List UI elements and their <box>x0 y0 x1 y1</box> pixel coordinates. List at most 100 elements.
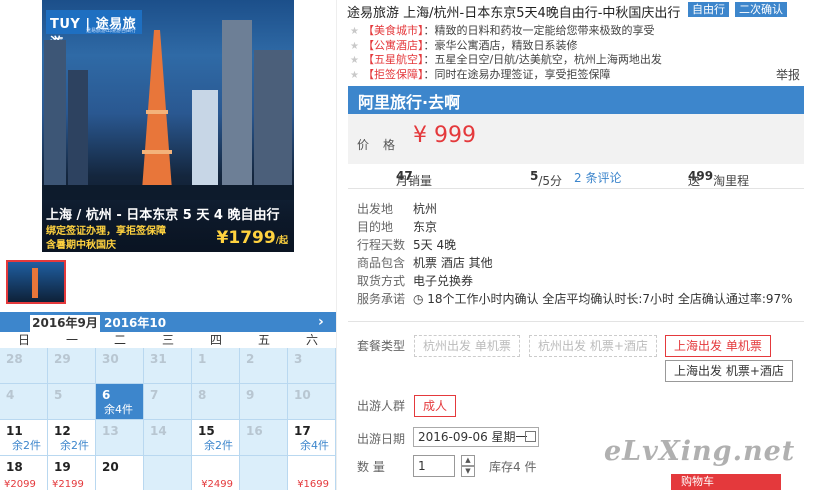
quantity-increase-icon[interactable]: ▲ <box>461 455 475 466</box>
day-number: 16 <box>246 424 263 438</box>
add-to-cart-button[interactable]: 购物车 <box>671 474 781 490</box>
calendar-day[interactable]: 19 ¥2199 <box>48 456 96 490</box>
day-stock: 余4件 <box>300 439 329 452</box>
weekday-label: 五 <box>257 333 270 347</box>
product-hero-image[interactable]: TUY | 途易旅游 途易旅游出境游自由行 上海 / 杭州 - 日本东京 5 天… <box>42 0 294 252</box>
day-number: 8 <box>198 388 207 402</box>
calendar-month-tab-sep[interactable]: 2016年9月 <box>30 315 100 332</box>
shop-name[interactable]: 阿里旅行·去啊 <box>358 89 460 113</box>
day-stock: 余2件 <box>60 439 89 452</box>
attr-row: 服务承诺 ◷ 18个工作小时内确认 全店平均确认时长:7小时 全店确认通过率:97… <box>357 290 793 308</box>
price-value: ¥ 999 <box>413 123 476 148</box>
calendar-grid: 28 29 30 31 1 2 3 4 5 6 余4件 7 8 9 10 11 余2件 12 余2件 13 14 15 余2… <box>0 348 336 490</box>
feature-text: ：同时在途易办理签证，享受拒签保障 <box>423 67 611 81</box>
day-number: 20 <box>102 460 119 474</box>
calendar-day: 2 <box>240 348 288 384</box>
attr-key: 行程天数 <box>357 238 406 252</box>
hero-price-suffix: /起 <box>275 236 288 246</box>
calendar-day: 8 <box>192 384 240 420</box>
day-number: 29 <box>54 352 71 366</box>
star-icon: ★ <box>350 69 359 81</box>
weekday-label: 日 <box>17 333 30 347</box>
day-number: 11 <box>6 424 23 438</box>
day-number: 2 <box>246 352 255 366</box>
day-number: 6 <box>102 388 111 402</box>
product-attributes: 出发地 杭州 目的地 东京 行程天数 5天 4晚 商品包含 机票 酒店 其他 取货方式电… <box>357 200 793 308</box>
attr-value: ◷ 18个工作小时内确认 全店平均确认时长:7小时 全店确认通过率:97% <box>413 292 793 306</box>
day-stock: 余2件 <box>204 439 233 452</box>
calendar-day: 1 <box>192 348 240 384</box>
calendar-day <box>240 456 288 490</box>
hero-promo-holiday: 含暑期中秋国庆 <box>46 240 116 251</box>
travel-date-label: 出游日期 <box>357 432 406 446</box>
attr-key: 目的地 <box>357 220 394 234</box>
attr-value: 东京 <box>413 220 438 234</box>
rating: 5 /5分 <box>530 169 562 188</box>
package-option-sh-flight-hotel[interactable]: 上海出发 机票+酒店 <box>665 360 793 382</box>
attr-key: 服务承诺 <box>357 292 406 306</box>
calendar-weekday-row: 日一二三四五六 <box>0 332 336 348</box>
day-stock: 余2件 <box>12 439 41 452</box>
rating-value: 5 <box>530 169 539 183</box>
calendar-day: 4 <box>0 384 48 420</box>
feature-item: ★ 【五星航空】：五星全日空/日航/达美航空，杭州上海两地出发 <box>350 51 662 66</box>
calendar-day: 3 <box>288 348 336 384</box>
day-price: ¥2099 <box>4 479 36 490</box>
calendar-icon[interactable] <box>525 431 536 442</box>
package-option-hz-flight[interactable]: 杭州出发 单机票 <box>414 335 520 357</box>
feature-tag: 【美食城市】 <box>362 24 424 37</box>
attr-row: 取货方式 电子兑换券 <box>357 272 793 290</box>
calendar-next-arrow-icon[interactable]: › <box>318 314 324 330</box>
stock-text: 库存4 件 <box>489 460 537 474</box>
quantity-input[interactable]: 1 <box>413 455 455 477</box>
calendar-day: 13 <box>96 420 144 456</box>
star-icon: ★ <box>350 55 359 66</box>
mileage-prefix: 送 <box>688 174 701 188</box>
attr-value: 电子兑换券 <box>413 274 474 288</box>
mileage-reward: 送 499 淘里程 <box>688 169 749 188</box>
hero-headline: 上海 / 杭州 - 日本东京 5 天 4 晚自由行 <box>46 208 280 223</box>
package-option-sh-flight[interactable]: 上海出发 单机票 <box>665 335 771 357</box>
calendar-day: 9 <box>240 384 288 420</box>
column-divider <box>336 0 337 490</box>
calendar-day[interactable]: 17 余4件 <box>288 420 336 456</box>
attr-key: 取货方式 <box>357 274 406 288</box>
feature-list: ★ 【美食城市】：精致的日料和药妆一定能给您带来极致的享受 ★ 【公寓酒店】：豪华公… <box>350 22 662 81</box>
monthly-sales: 月销量 47 <box>396 169 432 188</box>
day-number: 10 <box>294 388 311 402</box>
calendar-day[interactable]: 18 ¥2099 <box>0 456 48 490</box>
day-number: 15 <box>198 424 215 438</box>
weekday-label: 三 <box>161 333 174 347</box>
badge-second-confirm: 二次确认 <box>735 2 787 17</box>
price-label: 价格 <box>357 138 410 152</box>
attr-value: 5天 4晚 <box>413 238 457 252</box>
weekday-label: 二 <box>113 333 126 347</box>
calendar-day[interactable]: ¥2499 <box>192 456 240 490</box>
day-number: 14 <box>150 424 167 438</box>
calendar-day[interactable]: 15 余2件 <box>192 420 240 456</box>
feature-item: ★ 【美食城市】：精致的日料和药妆一定能给您带来极致的享受 <box>350 22 662 37</box>
feature-text: ：五星全日空/日航/达美航空，杭州上海两地出发 <box>423 53 662 66</box>
gallery-thumbnail[interactable] <box>6 260 66 304</box>
attr-row: 出发地 杭州 <box>357 200 793 218</box>
day-number: 17 <box>294 424 311 438</box>
feature-item: ★ 【公寓酒店】：豪华公寓酒店，精致日系装修 <box>350 37 662 52</box>
traveler-option-adult[interactable]: 成人 <box>414 395 457 417</box>
calendar-day[interactable]: 11 余2件 <box>0 420 48 456</box>
travel-date-input[interactable]: 2016-09-06 星期一 <box>413 427 539 447</box>
tokyo-tower-illustration <box>42 20 294 200</box>
calendar-day[interactable]: 12 余2件 <box>48 420 96 456</box>
package-option-hz-flight-hotel[interactable]: 杭州出发 机票+酒店 <box>529 335 657 357</box>
day-number: 5 <box>54 388 63 402</box>
day-number: 13 <box>102 424 119 438</box>
calendar-day[interactable]: ¥1699 <box>288 456 336 490</box>
calendar-month-tab-oct[interactable]: 2016年10 <box>104 315 166 332</box>
reviews-link[interactable]: 2 条评论 <box>574 169 621 186</box>
quantity-decrease-icon[interactable]: ▼ <box>461 466 475 477</box>
calendar-day-selected[interactable]: 6 余4件 <box>96 384 144 420</box>
travel-date-value: 2016-09-06 星期一 <box>418 430 528 444</box>
mileage-suffix: 淘里程 <box>713 174 750 188</box>
rating-suffix: /5分 <box>538 174 563 188</box>
report-link[interactable]: 举报 <box>776 66 800 83</box>
calendar-day[interactable]: 20 <box>96 456 144 490</box>
